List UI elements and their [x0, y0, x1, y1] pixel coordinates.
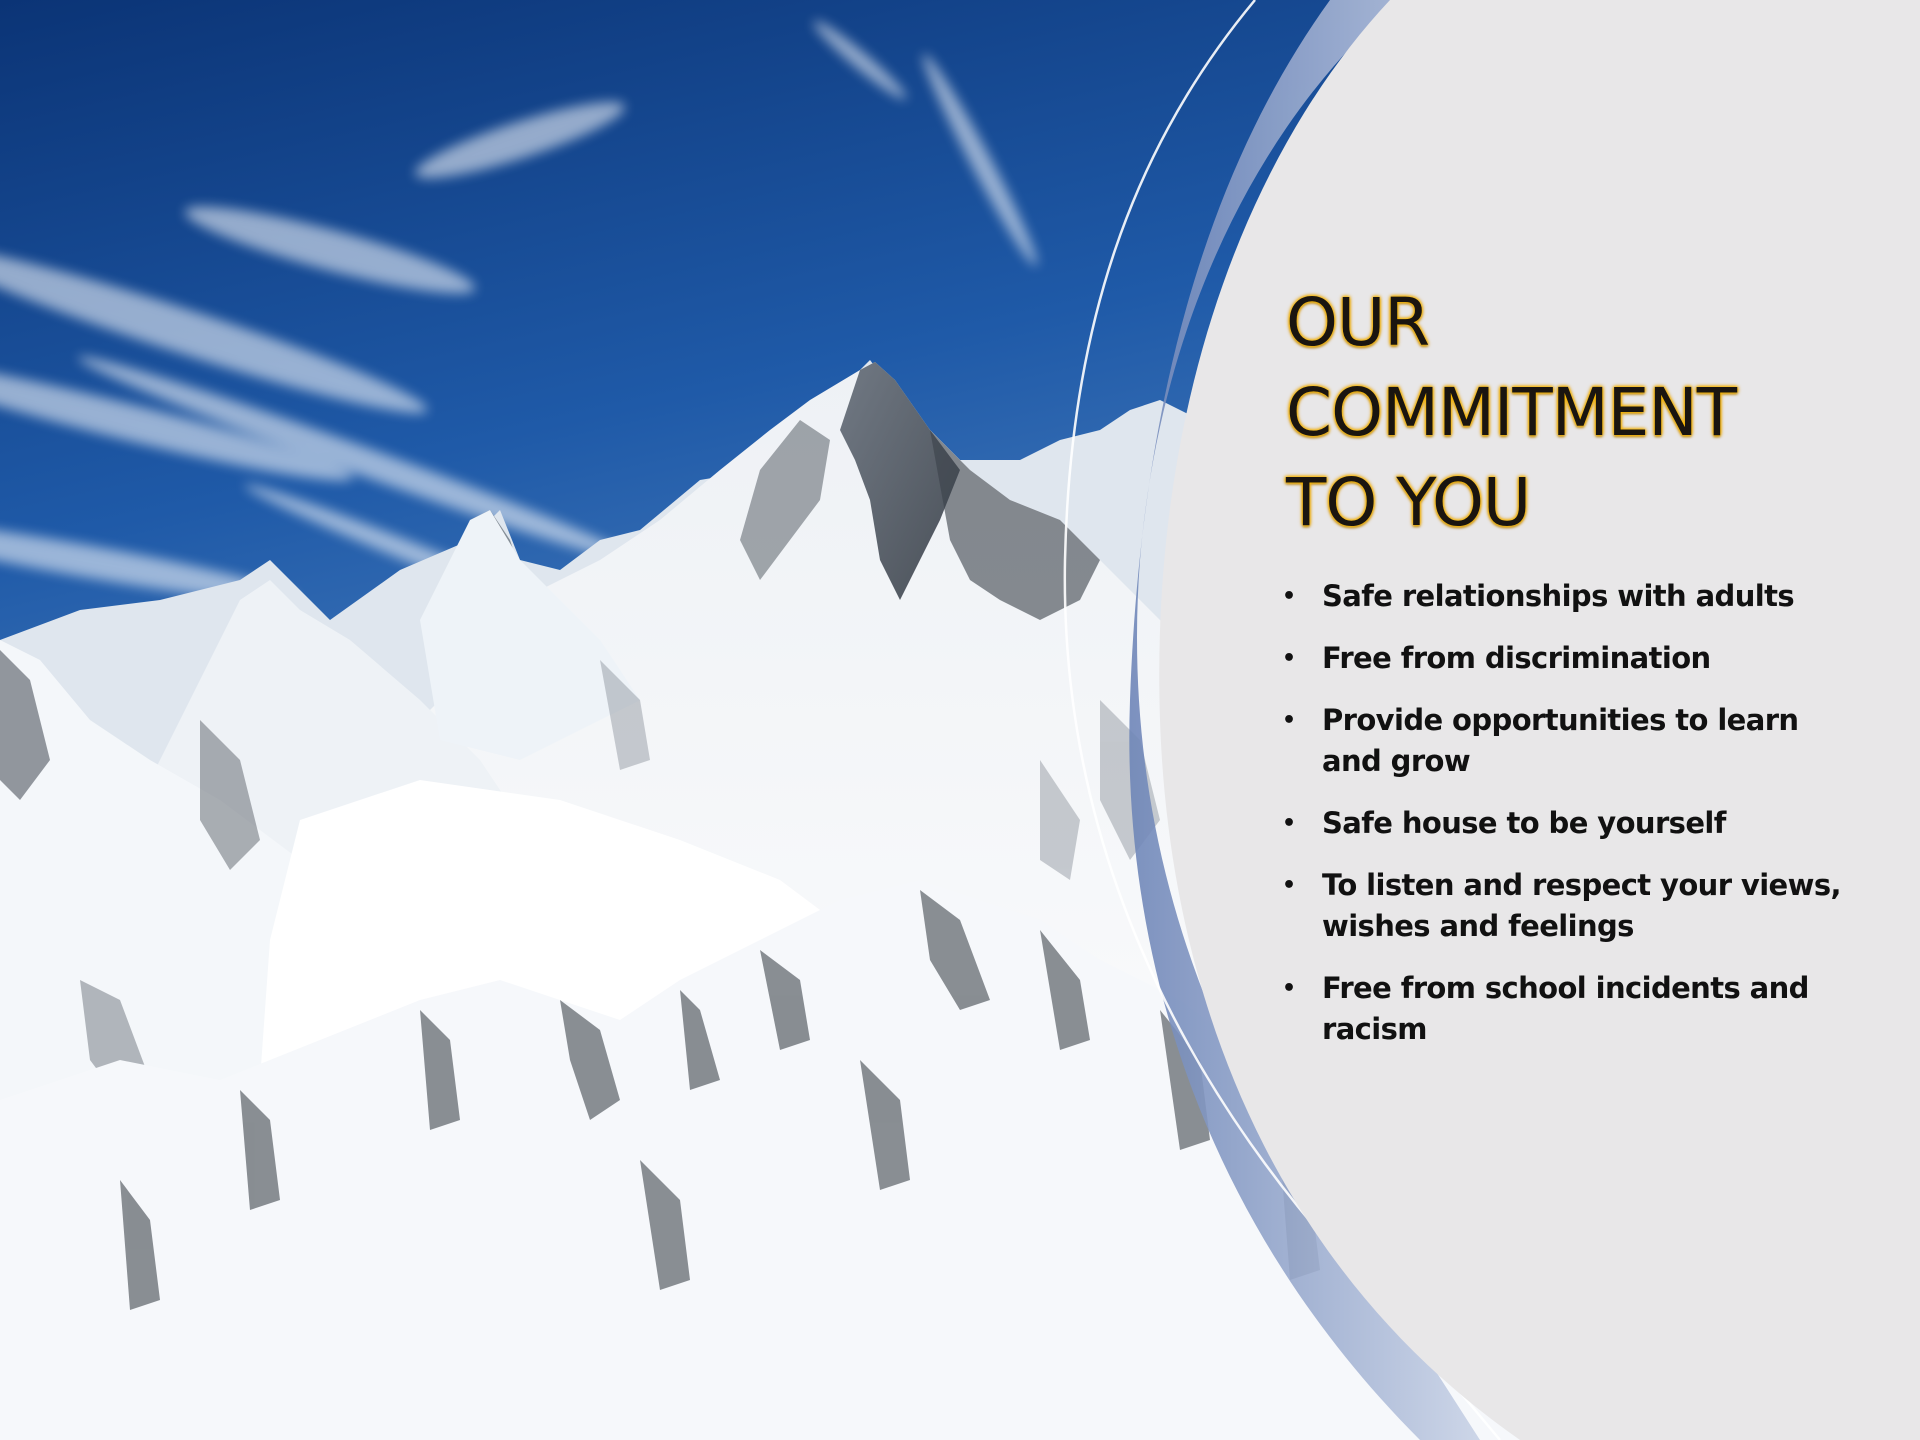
list-item: • Free from school incidents and racism: [1282, 968, 1842, 1050]
bullet-icon: •: [1282, 646, 1296, 671]
title-line-2: COMMITMENT: [1286, 374, 1737, 451]
list-item: • Safe relationships with adults: [1282, 576, 1842, 617]
list-item: • Safe house to be yourself: [1282, 803, 1842, 844]
title-line-3: TO YOU: [1286, 464, 1531, 541]
commitment-list: • Safe relationships with adults • Free fr…: [1282, 576, 1842, 1071]
list-item-text: Safe relationships with adults: [1322, 579, 1795, 613]
list-item-text: To listen and respect your views, wishes…: [1322, 868, 1842, 943]
bullet-icon: •: [1282, 708, 1296, 733]
list-item-text: Provide opportunities to learn and grow: [1322, 703, 1799, 778]
list-item-text: Free from school incidents and racism: [1322, 971, 1809, 1046]
list-item: • Free from discrimination: [1282, 638, 1842, 679]
bullet-icon: •: [1282, 873, 1296, 898]
list-item-text: Safe house to be yourself: [1322, 806, 1726, 840]
title-line-1: OUR: [1286, 284, 1430, 361]
slide: OUR COMMITMENT TO YOU • Safe relationship…: [0, 0, 1920, 1440]
list-item: • To listen and respect your views, wishe…: [1282, 865, 1842, 947]
list-item: • Provide opportunities to learn and grow: [1282, 700, 1842, 782]
list-item-text: Free from discrimination: [1322, 641, 1711, 675]
bullet-icon: •: [1282, 811, 1296, 836]
bullet-icon: •: [1282, 976, 1296, 1001]
slide-title: OUR COMMITMENT TO YOU: [1286, 278, 1886, 548]
bullet-icon: •: [1282, 584, 1296, 609]
